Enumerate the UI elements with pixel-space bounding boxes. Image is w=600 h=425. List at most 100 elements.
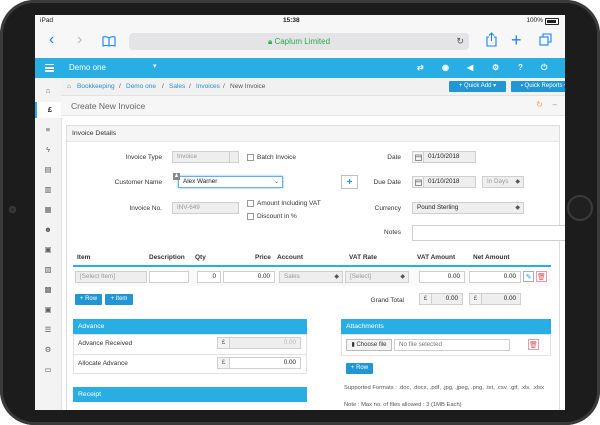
invoice-no-input[interactable]: INV-649 [172, 202, 239, 214]
choose-file-button[interactable]: ▮ Choose file [346, 339, 392, 351]
bookmarks-icon[interactable] [102, 36, 116, 47]
menu-icon[interactable] [45, 64, 54, 72]
account-select[interactable]: Sales ◆ [279, 271, 343, 283]
app-header: Demo one ▾ ⇄ ◉ ◀ ⚙ ? ⏻ [35, 58, 565, 78]
sidebar-calendar-icon[interactable]: ▣ [35, 242, 61, 258]
company-dropdown-icon[interactable]: ▾ [153, 62, 157, 70]
currency-select[interactable]: Pound Sterling ◆ [412, 202, 524, 214]
sidebar-bolt-icon[interactable]: ϟ [35, 142, 61, 158]
sidebar-calculator-icon[interactable]: ▩ [35, 282, 61, 298]
sidebar-doc-icon[interactable]: ▤ [35, 162, 61, 178]
reload-panel-icon[interactable]: ↻ [536, 100, 543, 109]
vat-rate-select[interactable]: [Select] ◆ [345, 271, 409, 283]
col-net-amount: Net Amount [473, 254, 510, 261]
sidebar-bank-icon[interactable]: ▥ [35, 182, 61, 198]
crumb-current: New Invoice [230, 83, 266, 90]
advance-panel-header: Advance [73, 319, 307, 334]
col-item: Item [77, 254, 91, 261]
add-row-button[interactable]: + Row [75, 294, 102, 305]
refresh-icon[interactable]: ◉ [442, 63, 449, 72]
logout-icon[interactable]: ⏻ [541, 63, 547, 73]
add-attachment-row-button[interactable]: + Row [346, 363, 373, 374]
forward-icon[interactable]: › [77, 32, 82, 48]
crumb-bookkeeping[interactable]: Bookkeeping [77, 83, 115, 90]
settings-icon[interactable]: ⚙ [492, 63, 499, 72]
help-icon[interactable]: ? [518, 63, 523, 72]
due-in-select[interactable]: In Days ◆ [482, 176, 524, 188]
panel-title: Invoice Details [72, 130, 117, 137]
customer-name-select[interactable]: Alex Warner ⌄ [178, 176, 283, 188]
collapse-icon[interactable]: – [553, 100, 557, 109]
notes-input[interactable] [412, 225, 565, 241]
invoice-no-label: Invoice No. [129, 205, 162, 212]
company-name[interactable]: Demo one [69, 63, 106, 72]
device-label: iPad [40, 17, 54, 24]
allocate-advance-label: Allocate Advance [78, 360, 128, 367]
price-input[interactable]: 0.00 [223, 271, 275, 283]
sidebar-bookkeeping-icon[interactable]: £ [35, 102, 63, 118]
amount-incl-vat-checkbox[interactable] [247, 200, 254, 207]
discount-label: Discount in % [257, 213, 297, 220]
title-bar: Create New Invoice ↻ – [61, 96, 565, 116]
announce-icon[interactable]: ◀ [467, 63, 473, 72]
front-camera [9, 206, 16, 213]
add-item-button[interactable]: + Item [105, 294, 133, 305]
supported-formats: Supported Formats : .doc, .docx, .pdf, .… [344, 385, 544, 391]
share-icon[interactable] [486, 32, 497, 49]
sidebar-cog-icon[interactable]: ⚙ [35, 342, 61, 358]
due-date-input[interactable]: 01/10/2018 [423, 176, 476, 188]
edit-row-icon[interactable]: ✎ [523, 271, 534, 282]
crumb-company[interactable]: Demo one [126, 83, 156, 90]
sidebar-reports-icon[interactable]: ☰ [35, 322, 61, 338]
batch-invoice-label: Batch Invoice [257, 154, 297, 161]
allocate-advance-input[interactable]: 0.00 [229, 357, 301, 369]
due-date-label: Due Date [373, 179, 401, 186]
tabs-icon[interactable] [539, 33, 552, 48]
address-bar[interactable]: 🔒︎ Caplum Limited ↻ [129, 33, 469, 50]
sidebar-list-icon[interactable]: ≡ [35, 122, 61, 138]
breadcrumb: ⌂ Bookkeeping / Demo one / Sales / Invoi… [61, 78, 565, 96]
customer-name-label: Customer Name [114, 179, 162, 186]
sidebar-archive-icon[interactable]: ▭ [35, 362, 61, 378]
invoice-type-select[interactable]: Invoice [172, 151, 231, 163]
reload-icon[interactable]: ↻ [456, 36, 464, 47]
back-icon[interactable]: ‹ [49, 32, 54, 48]
sidebar-users-icon[interactable]: ☻ [35, 222, 61, 238]
col-account: Account [277, 254, 303, 261]
table-row: [Select Item] 0 0.00 Sales ◆ [Select] ◆ 0.… [73, 268, 551, 286]
qty-input[interactable]: 0 [197, 271, 221, 283]
notes-label: Notes [384, 229, 401, 236]
discount-checkbox[interactable] [247, 213, 254, 220]
batch-invoice-checkbox[interactable] [247, 154, 254, 161]
home-crumb-icon[interactable]: ⌂ [67, 83, 71, 90]
crumb-invoices[interactable]: Invoices [196, 83, 220, 90]
sidebar-date-icon[interactable]: ▣ [35, 302, 61, 318]
net-amount-input[interactable]: 0.00 [469, 271, 521, 283]
quick-reports-button[interactable]: ▪ Quick Reports ▾ [511, 81, 565, 92]
amount-incl-vat-label: Amount Including VAT [257, 200, 321, 207]
advance-received-label: Advance Received [78, 340, 133, 347]
switch-icon[interactable]: ⇄ [417, 63, 424, 72]
col-vat-rate: VAT Rate [349, 254, 377, 261]
vat-amount-input[interactable]: 0.00 [419, 271, 465, 283]
battery-icon [545, 18, 559, 25]
description-input[interactable] [149, 271, 189, 283]
item-select[interactable]: [Select Item] [75, 271, 147, 283]
col-qty: Qty [195, 254, 206, 261]
add-customer-button[interactable]: + [341, 175, 358, 189]
col-description: Description [149, 254, 185, 261]
page-title: Create New Invoice [71, 101, 146, 111]
new-tab-icon[interactable]: + [511, 31, 522, 49]
battery-percent: 100% [526, 17, 543, 24]
sidebar-home-icon[interactable]: ⌂ [35, 83, 61, 99]
home-button[interactable] [567, 195, 593, 221]
delete-attachment-icon[interactable]: 🗑︎ [528, 339, 539, 350]
delete-row-icon[interactable]: 🗑︎ [536, 271, 547, 282]
sidebar-table-icon[interactable]: ▦ [35, 202, 61, 218]
date-input[interactable]: 01/10/2018 [423, 151, 476, 163]
quick-add-button[interactable]: + Quick Add ▾ [449, 81, 506, 92]
sidebar-chart-icon[interactable]: ▧ [35, 262, 61, 278]
crumb-sales[interactable]: Sales [169, 83, 185, 90]
receipt-panel-header: Receipt [73, 387, 307, 402]
customer-icon: ♟ [173, 173, 180, 180]
